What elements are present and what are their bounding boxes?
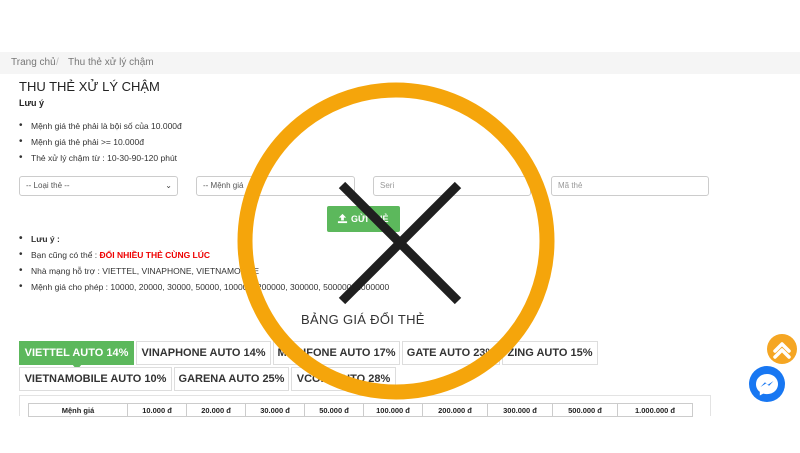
card-code-input[interactable]: Mã thẻ bbox=[551, 176, 709, 196]
notes-list: Lưu ý : Bạn cũng có thể : ĐỔI NHIỀU THẺ … bbox=[19, 231, 389, 295]
table-header-cell: 500.000 đ bbox=[552, 403, 618, 417]
chevron-up-icon bbox=[773, 342, 791, 359]
table-header-cell: 300.000 đ bbox=[487, 403, 553, 417]
note-multi-prefix: Bạn cũng có thể : bbox=[31, 250, 100, 260]
multi-exchange-link[interactable]: ĐỔI NHIỀU THẺ CÙNG LÚC bbox=[100, 250, 211, 260]
upload-icon bbox=[337, 213, 348, 224]
tab-gate[interactable]: GATE AUTO 23% bbox=[402, 341, 500, 365]
serial-input[interactable]: Seri bbox=[373, 176, 531, 196]
note-label: Lưu ý bbox=[19, 98, 45, 108]
table-header-cell: Mệnh giá bbox=[28, 403, 128, 417]
messenger-chat-button[interactable] bbox=[749, 366, 785, 402]
price-table-heading: BẢNG GIÁ ĐỔI THẺ bbox=[301, 312, 425, 327]
chevron-down-icon: ⌄ bbox=[165, 181, 172, 190]
breadcrumb-current: Thu thẻ xử lý chậm bbox=[68, 57, 154, 68]
breadcrumb-separator: / bbox=[56, 57, 59, 68]
table-header-cell: 100.000 đ bbox=[363, 403, 423, 417]
submit-card-button[interactable]: GỬI THẺ bbox=[327, 206, 400, 232]
scroll-top-button[interactable] bbox=[767, 334, 797, 364]
notes-label: Lưu ý : bbox=[19, 231, 389, 247]
tab-garena[interactable]: GARENA AUTO 25% bbox=[174, 367, 289, 391]
note-networks: Nhà mạng hỗ trợ : VIETTEL, VINAPHONE, VI… bbox=[19, 263, 389, 279]
table-header-cell: 20.000 đ bbox=[186, 403, 246, 417]
table-header-cell: 1.000.000 đ bbox=[617, 403, 693, 417]
messenger-icon bbox=[756, 374, 778, 396]
price-table: Mệnh giá 10.000 đ 20.000 đ 30.000 đ 50.0… bbox=[28, 403, 693, 417]
card-type-select[interactable]: -- Loại thẻ -- ⌄ bbox=[19, 176, 178, 196]
rules-list: Mệnh giá thẻ phải là bội số của 10.000đ … bbox=[19, 118, 182, 166]
rule-item: Mệnh giá thẻ phải là bội số của 10.000đ bbox=[19, 118, 182, 134]
rule-item: Thẻ xử lý chậm từ : 10-30-90-120 phút bbox=[19, 150, 182, 166]
tab-vietnamobile[interactable]: VIETNAMOBILE AUTO 10% bbox=[19, 367, 172, 391]
price-table-header-row: Mệnh giá 10.000 đ 20.000 đ 30.000 đ 50.0… bbox=[28, 403, 693, 417]
tab-viettel[interactable]: VIETTEL AUTO 14% bbox=[19, 341, 134, 370]
card-type-select-value: -- Loại thẻ -- bbox=[26, 181, 70, 190]
tab-mobifone[interactable]: MOBIFONE AUTO 17% bbox=[273, 341, 400, 365]
tab-vinaphone[interactable]: VINAPHONE AUTO 14% bbox=[136, 341, 271, 365]
page-title: THU THẺ XỬ LÝ CHẬM bbox=[19, 79, 160, 94]
breadcrumb-home-link[interactable]: Trang chủ bbox=[11, 57, 56, 68]
table-header-cell: 30.000 đ bbox=[245, 403, 305, 417]
note-denominations: Mệnh giá cho phép : 10000, 20000, 30000,… bbox=[19, 279, 389, 295]
rule-item: Mệnh giá thẻ phải >= 10.000đ bbox=[19, 134, 182, 150]
table-header-cell: 200.000 đ bbox=[422, 403, 488, 417]
tab-vcoin[interactable]: VCOIN AUTO 28% bbox=[291, 367, 396, 391]
tab-zing[interactable]: ZING AUTO 15% bbox=[502, 341, 598, 365]
top-band bbox=[0, 0, 800, 52]
table-header-cell: 50.000 đ bbox=[304, 403, 364, 417]
note-multi: Bạn cũng có thể : ĐỔI NHIỀU THẺ CÙNG LÚC bbox=[19, 247, 389, 263]
table-header-cell: 10.000 đ bbox=[127, 403, 187, 417]
submit-card-label: GỬI THẺ bbox=[351, 214, 389, 224]
denomination-select[interactable]: -- Mệnh giá ⌄ bbox=[196, 176, 355, 196]
denomination-select-value: -- Mệnh giá bbox=[203, 181, 244, 190]
breadcrumb: Trang chủ / Thu thẻ xử lý chậm bbox=[0, 52, 800, 74]
chevron-down-icon: ⌄ bbox=[342, 181, 349, 190]
